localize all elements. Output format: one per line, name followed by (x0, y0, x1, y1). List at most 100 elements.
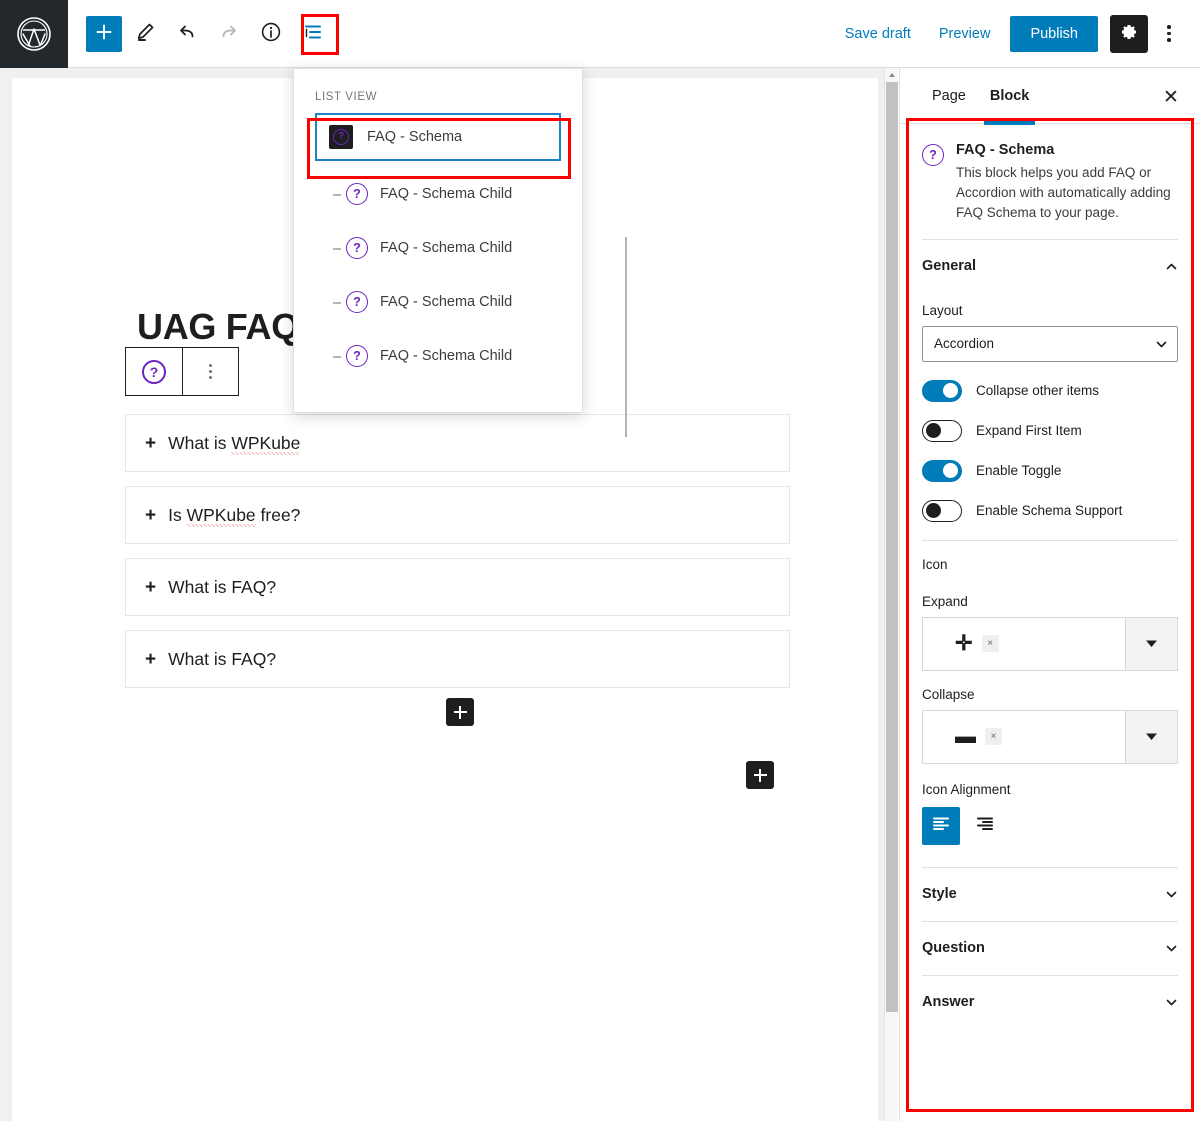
pencil-icon (134, 21, 156, 46)
icon-alignment-label: Icon Alignment (922, 781, 1011, 797)
faq-accordion-item[interactable]: + What is FAQ? (125, 630, 790, 688)
layout-select[interactable]: Accordion (922, 325, 1178, 362)
icon-group-heading: Icon (922, 556, 948, 572)
section-question-header[interactable]: Question (922, 920, 1178, 975)
triangle-down-icon (1145, 728, 1158, 746)
layout-select-wrapper: Accordion (922, 325, 1178, 362)
faq-accordion-item[interactable]: + What is WPKube (125, 414, 790, 472)
tab-block[interactable]: Block (978, 68, 1042, 125)
gear-icon (1119, 22, 1139, 45)
sidebar-body: ? FAQ - Schema This block helps you add … (900, 124, 1200, 1029)
align-right-button[interactable] (966, 806, 1004, 845)
info-circle-icon (260, 21, 282, 46)
section-answer-header[interactable]: Answer (922, 974, 1178, 1029)
layout-label: Layout (922, 302, 963, 318)
toggle-enable-schema-support[interactable] (922, 499, 962, 522)
list-view-item-label: FAQ - Schema Child (380, 186, 513, 202)
list-view-item-label: FAQ - Schema (367, 129, 463, 145)
align-left-icon (931, 814, 951, 837)
expand-icon-preview[interactable]: ✛ × (923, 617, 1125, 670)
add-block-button[interactable] (86, 15, 122, 52)
chevron-down-icon (1165, 888, 1178, 901)
chevron-up-icon (1165, 260, 1178, 273)
scrollbar-thumb[interactable] (886, 82, 898, 1012)
section-question-title: Question (922, 940, 985, 957)
plus-icon: ✛ (955, 632, 973, 656)
clear-collapse-icon-button[interactable]: × (985, 728, 1002, 746)
save-draft-button[interactable]: Save draft (831, 18, 925, 50)
more-options-button[interactable] (1152, 15, 1186, 53)
section-style-title: Style (922, 886, 957, 903)
faq-question-icon: ? (346, 345, 368, 367)
chevron-down-icon (1165, 996, 1178, 1009)
tools-pencil-button[interactable] (126, 15, 164, 53)
expand-icon-picker: ✛ × (922, 616, 1178, 671)
close-icon: ✕ (1163, 86, 1179, 108)
close-sidebar-button[interactable]: ✕ (1158, 84, 1184, 110)
top-bar-right-tools: Save draft Preview Publish (831, 14, 1200, 53)
toggle-label: Collapse other items (976, 383, 1100, 399)
plus-icon: + (145, 576, 157, 598)
toggle-expand-first-item[interactable] (922, 419, 962, 442)
faq-schema-block-icon: ? (329, 125, 353, 149)
block-settings-sidebar: Page Block ✕ ? FAQ - Schema This block h… (899, 68, 1200, 1121)
block-toolbar: ? (125, 347, 239, 396)
list-view-item-faq-schema[interactable]: ? FAQ - Schema (315, 113, 561, 161)
block-type-button[interactable]: ? (126, 348, 182, 395)
list-view-item-faq-schema-child[interactable]: ? FAQ - Schema Child (294, 167, 582, 221)
faq-question-icon: ? (922, 144, 944, 166)
add-block-inline-button[interactable] (446, 698, 474, 726)
tab-page[interactable]: Page (920, 68, 978, 124)
scroll-up-arrow-icon[interactable] (885, 68, 899, 82)
faq-question-text: Is (168, 504, 187, 525)
collapse-icon-label: Collapse (922, 686, 975, 702)
faq-accordion-item[interactable]: + What is FAQ? (125, 558, 790, 616)
align-left-button[interactable] (922, 806, 960, 845)
toggle-row-collapse-other-items: Collapse other items (922, 379, 1178, 402)
expand-icon-label: Expand (922, 593, 968, 609)
list-view-item-faq-schema-child[interactable]: ? FAQ - Schema Child (294, 329, 582, 383)
redo-button[interactable] (210, 15, 248, 53)
section-answer-title: Answer (922, 994, 975, 1011)
wordpress-block-editor: Save draft Preview Publish UAG FAQ E ? +… (0, 0, 1200, 1121)
list-view-button[interactable] (294, 15, 332, 53)
list-view-item-faq-schema-child[interactable]: ? FAQ - Schema Child (294, 275, 582, 329)
add-block-appender-button[interactable] (746, 761, 774, 789)
preview-button[interactable]: Preview (925, 18, 1005, 50)
publish-button[interactable]: Publish (1010, 15, 1098, 52)
clear-expand-icon-button[interactable]: × (981, 635, 999, 653)
plus-icon: + (145, 432, 157, 454)
details-info-button[interactable] (252, 15, 290, 53)
plus-icon (94, 22, 114, 45)
minus-icon: ▬ (955, 725, 976, 749)
faq-question-icon: ? (346, 237, 368, 259)
list-view-item-label: FAQ - Schema Child (380, 348, 513, 364)
faq-question-text: What is (168, 432, 232, 453)
wordpress-logo-button[interactable] (0, 0, 68, 68)
top-bar-left-tools (68, 15, 332, 53)
list-view-icon (302, 21, 324, 46)
expand-icon-dropdown-button[interactable] (1125, 617, 1177, 670)
block-info-description: This block helps you add FAQ or Accordio… (956, 165, 1171, 220)
toggle-collapse-other-items[interactable] (922, 379, 962, 402)
list-view-children: ? FAQ - Schema Child ? FAQ - Schema Chil… (294, 167, 582, 383)
settings-button[interactable] (1110, 14, 1148, 53)
section-general-title: General (922, 258, 976, 275)
wordpress-logo-icon (16, 16, 52, 52)
block-more-options-button[interactable] (182, 348, 238, 395)
editor-scrollbar[interactable] (884, 68, 898, 1121)
faq-accordion-item[interactable]: + Is WPKube free? (125, 486, 790, 544)
list-view-parent-wrapper: ? FAQ - Schema (315, 113, 561, 161)
faq-accordion-list: + What is WPKube + Is WPKube free? + Wha… (125, 414, 790, 702)
toggle-enable-toggle[interactable] (922, 459, 962, 482)
collapse-icon-dropdown-button[interactable] (1125, 710, 1177, 763)
chevron-down-icon (1165, 942, 1178, 955)
plus-icon: + (145, 648, 157, 670)
icon-alignment-group (922, 806, 1178, 845)
list-view-item-label: FAQ - Schema Child (380, 240, 513, 256)
undo-button[interactable] (168, 15, 206, 53)
collapse-icon-preview[interactable]: ▬ × (923, 710, 1125, 763)
section-style-header[interactable]: Style (922, 866, 1178, 921)
section-general-header[interactable]: General (922, 238, 1178, 293)
list-view-item-faq-schema-child[interactable]: ? FAQ - Schema Child (294, 221, 582, 275)
